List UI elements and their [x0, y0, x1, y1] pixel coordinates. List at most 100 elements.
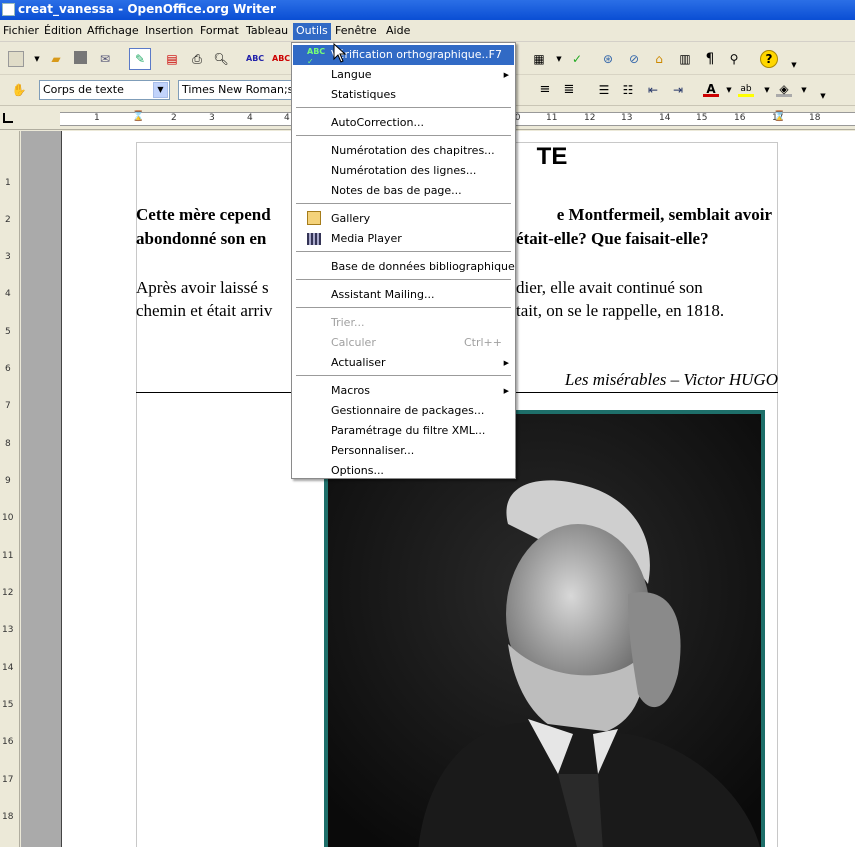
datasources-icon[interactable]: ▥	[677, 51, 693, 67]
menu-separator	[296, 203, 511, 204]
decrease-indent-icon[interactable]: ⇤	[645, 82, 661, 98]
auto-spellcheck-icon[interactable]: ABC	[272, 51, 290, 67]
menu-affichage[interactable]: Affichage	[84, 23, 142, 40]
help-icon[interactable]: ?	[760, 50, 778, 68]
print-preview-icon[interactable]: 🔍︎	[213, 51, 229, 67]
menu-item-label: Macros	[331, 384, 371, 397]
justify-icon[interactable]: ≣	[561, 82, 577, 98]
menu-item-langue[interactable]: Langue ▶	[293, 65, 514, 85]
menu-item-spellcheck[interactable]: ABC ✓ Vérification orthographique... F7	[293, 45, 514, 66]
menu-item-calculer[interactable]: Calculer Ctrl++	[293, 333, 514, 353]
paragraph-style-value: Corps de texte	[43, 83, 124, 96]
ruler-number: 16	[734, 113, 746, 123]
highlight-icon[interactable]: ab	[738, 81, 754, 97]
menu-item-label: Numérotation des lignes...	[331, 164, 477, 177]
menu-item-label: Personnaliser...	[331, 444, 415, 457]
email-icon[interactable]: ✉	[97, 51, 113, 67]
spellcheck-icon[interactable]: ABC	[246, 51, 264, 67]
menu-edition[interactable]: Édition	[41, 23, 85, 40]
menu-separator	[296, 135, 511, 136]
left-indent-marker-icon[interactable]: ⌛	[132, 111, 144, 122]
menu-item-xml-filter[interactable]: Paramétrage du filtre XML...	[293, 421, 514, 441]
ruler-number: 15	[696, 113, 708, 123]
menu-item-bibliography[interactable]: Base de données bibliographique	[293, 257, 515, 277]
menu-item-personnaliser[interactable]: Personnaliser...	[293, 441, 514, 461]
paragraph-style-select[interactable]: Corps de texte ▼	[39, 80, 170, 100]
background-dropdown-icon[interactable]: ▼	[796, 82, 812, 98]
open-folder-icon[interactable]: ▰	[48, 51, 64, 67]
menu-item-options[interactable]: Options...	[293, 461, 514, 481]
show-draw-icon[interactable]: ✓	[569, 51, 585, 67]
para2-line1-left: Après avoir laissé s	[136, 278, 269, 297]
quote-text: Les misérables – Victor HUGO	[564, 370, 778, 389]
highlight-dropdown-icon[interactable]: ▼	[759, 82, 775, 98]
menu-item-label: Statistiques	[331, 88, 396, 101]
menu-item-label: Langue	[331, 68, 372, 81]
para1-line1-left: Cette mère cepend	[136, 205, 271, 224]
menu-item-trier[interactable]: Trier...	[293, 313, 514, 333]
increase-indent-icon[interactable]: ⇥	[670, 82, 686, 98]
styles-formatting-icon[interactable]: ✋	[11, 82, 27, 98]
gallery-icon[interactable]: ⌂	[651, 51, 667, 67]
ruler-number: 15	[2, 700, 14, 710]
title-bar: creat_vanessa - OpenOffice.org Writer	[0, 0, 855, 20]
align-right-icon[interactable]: ≡	[537, 82, 553, 98]
background-color-icon[interactable]: ◈	[776, 81, 792, 97]
right-indent-marker-icon[interactable]: ⌛	[773, 111, 785, 122]
navigator-icon[interactable]: ⊘	[626, 51, 642, 67]
ruler-number: 3	[209, 113, 215, 123]
menu-item-mailing[interactable]: Assistant Mailing...	[293, 285, 514, 305]
menu-separator	[296, 307, 511, 308]
menu-item-line-numbering[interactable]: Numérotation des lignes...	[293, 161, 514, 181]
app-icon	[2, 3, 15, 16]
menu-item-package-manager[interactable]: Gestionnaire de packages...	[293, 401, 514, 421]
chevron-down-icon[interactable]: ▼	[153, 82, 168, 98]
font-color-dropdown-icon[interactable]: ▼	[721, 82, 737, 98]
numbering-icon[interactable]: ☰	[596, 82, 612, 98]
edit-mode-icon[interactable]: ✎	[129, 48, 151, 70]
save-icon[interactable]	[74, 51, 87, 64]
hyperlink-icon[interactable]: ⊛	[600, 51, 616, 67]
para1-line2-right: était-elle? Que faisait-elle?	[516, 229, 709, 248]
menu-insertion[interactable]: Insertion	[142, 23, 196, 40]
menu-format[interactable]: Format	[197, 23, 242, 40]
ruler-number: 3	[5, 252, 11, 262]
formatting-marks-icon[interactable]: ¶	[702, 51, 718, 67]
menu-item-gallery[interactable]: Gallery	[293, 209, 514, 229]
insert-table-icon[interactable]: ▦	[531, 51, 547, 67]
toolbar2-more-icon[interactable]: ▼	[815, 88, 831, 104]
ruler-number: 16	[2, 737, 14, 747]
menu-item-footnotes[interactable]: Notes de bas de page...	[293, 181, 514, 201]
menu-outils[interactable]: Outils	[293, 23, 331, 40]
page-margin-gray	[21, 131, 61, 847]
font-name-select[interactable]: Times New Roman;seri	[178, 80, 298, 100]
font-color-icon[interactable]: A	[703, 81, 719, 97]
menu-item-chapter-numbering[interactable]: Numérotation des chapitres...	[293, 141, 514, 161]
table-dropdown-icon[interactable]: ▼	[551, 51, 567, 67]
print-icon[interactable]: ⎙	[189, 51, 205, 67]
tab-stop-icon[interactable]	[3, 113, 13, 123]
menu-item-label: Numérotation des chapitres...	[331, 144, 495, 157]
zoom-icon[interactable]: ⚲	[726, 51, 742, 67]
menu-item-media-player[interactable]: Media Player	[293, 229, 514, 249]
tools-menu: ABC ✓ Vérification orthographique... F7 L…	[291, 42, 516, 479]
bullets-icon[interactable]: ☷	[620, 82, 636, 98]
menu-aide[interactable]: Aide	[383, 23, 413, 40]
menu-item-macros[interactable]: Macros ▶	[293, 381, 514, 401]
ruler-number: 12	[2, 588, 14, 598]
menu-tableau[interactable]: Tableau	[243, 23, 291, 40]
menu-fichier[interactable]: Fichier	[0, 23, 42, 40]
toolbar-more-icon[interactable]: ▼	[786, 57, 802, 73]
new-document-icon[interactable]	[8, 51, 24, 67]
menu-item-autocorrection[interactable]: AutoCorrection...	[293, 113, 514, 133]
font-name-value: Times New Roman;seri	[182, 83, 298, 96]
menu-fenetre[interactable]: Fenêtre	[332, 23, 380, 40]
menu-item-label: Base de données bibliographique	[331, 260, 515, 273]
menu-item-actualiser[interactable]: Actualiser ▶	[293, 353, 514, 373]
menu-bar: Fichier Édition Affichage Insertion Form…	[0, 20, 855, 42]
ruler-number: 7	[5, 401, 11, 411]
menu-item-statistiques[interactable]: Statistiques	[293, 85, 514, 105]
pdf-export-icon[interactable]: ▤	[164, 51, 180, 67]
new-dropdown-icon[interactable]: ▼	[29, 51, 45, 67]
ruler-number: 13	[2, 625, 14, 635]
